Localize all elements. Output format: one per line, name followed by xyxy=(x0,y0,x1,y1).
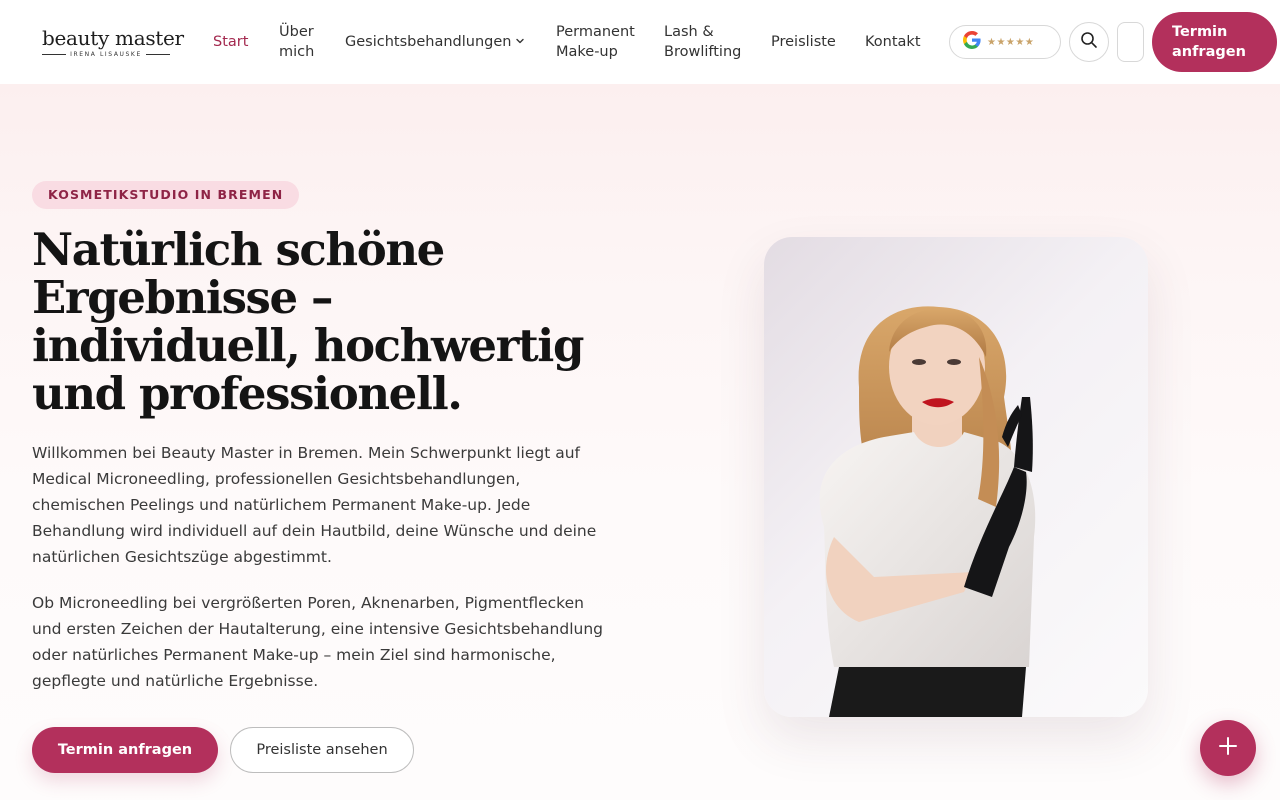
header-termin-button[interactable]: Termin anfragen xyxy=(1152,12,1277,72)
google-rating-badge[interactable]: ★★★★★ xyxy=(949,25,1061,59)
nav-permanent-line1: Permanent xyxy=(556,24,635,40)
nav-start-label: Start xyxy=(213,34,249,50)
hero-portrait-image xyxy=(764,237,1148,717)
plus-icon xyxy=(1218,736,1238,760)
hero-badge: KOSMETIKSTUDIO IN BREMEN xyxy=(32,181,300,209)
rating-stars: ★★★★★ xyxy=(987,36,1035,48)
nav-permanent-make-up[interactable]: Permanent Make-up xyxy=(556,22,635,62)
logo-subtitle: IRENA LISAUSKE xyxy=(42,51,171,58)
header-cta-line2: anfragen xyxy=(1172,44,1246,60)
termin-anfragen-button[interactable]: Termin anfragen xyxy=(32,727,218,773)
nav-gesichtsbehandlungen[interactable]: Gesichtsbehandlungen xyxy=(345,32,525,52)
nav-ueber-mich-line2: mich xyxy=(279,44,315,60)
google-icon xyxy=(963,31,981,53)
nav-kontakt[interactable]: Kontakt xyxy=(865,32,921,52)
nav-ueber-mich-line1: Über xyxy=(279,24,314,40)
search-icon xyxy=(1080,31,1098,53)
portrait-illustration xyxy=(819,306,1036,717)
nav-lash-line2: Browlifting xyxy=(664,44,742,60)
chevron-down-icon xyxy=(515,32,525,52)
logo[interactable]: beauty master IRENA LISAUSKE xyxy=(42,26,184,58)
hero-paragraph-2: Ob Microneedling bei vergrößerten Poren,… xyxy=(32,594,604,690)
nav-ueber-mich[interactable]: Über mich xyxy=(279,22,314,62)
header-cta-line1: Termin xyxy=(1172,24,1228,40)
logo-name: beauty master xyxy=(42,26,184,50)
hero-paragraph-1: Willkommen bei Beauty Master in Bremen. … xyxy=(32,444,597,566)
preisliste-ansehen-button[interactable]: Preisliste ansehen xyxy=(230,727,414,773)
language-switcher-button[interactable] xyxy=(1117,22,1144,62)
nav-kontakt-label: Kontakt xyxy=(865,34,921,50)
nav-permanent-line2: Make-up xyxy=(556,44,618,60)
floating-plus-button[interactable] xyxy=(1200,720,1256,776)
nav-lash-line1: Lash & xyxy=(664,24,714,40)
hero-title: Natürlich schöne Ergebnisse – individuel… xyxy=(32,223,584,420)
search-button[interactable] xyxy=(1069,22,1109,62)
nav-preisliste[interactable]: Preisliste xyxy=(771,32,836,52)
nav-gesichtsbehandlungen-label: Gesichtsbehandlungen xyxy=(345,34,512,50)
logo-sub-text: IRENA LISAUSKE xyxy=(70,51,142,58)
nav-start[interactable]: Start xyxy=(213,32,248,52)
nav-preisliste-label: Preisliste xyxy=(771,34,836,50)
nav-lash-browlifting[interactable]: Lash & Browlifting xyxy=(664,22,741,62)
site-header: beauty master IRENA LISAUSKE Start Über … xyxy=(0,0,1280,84)
